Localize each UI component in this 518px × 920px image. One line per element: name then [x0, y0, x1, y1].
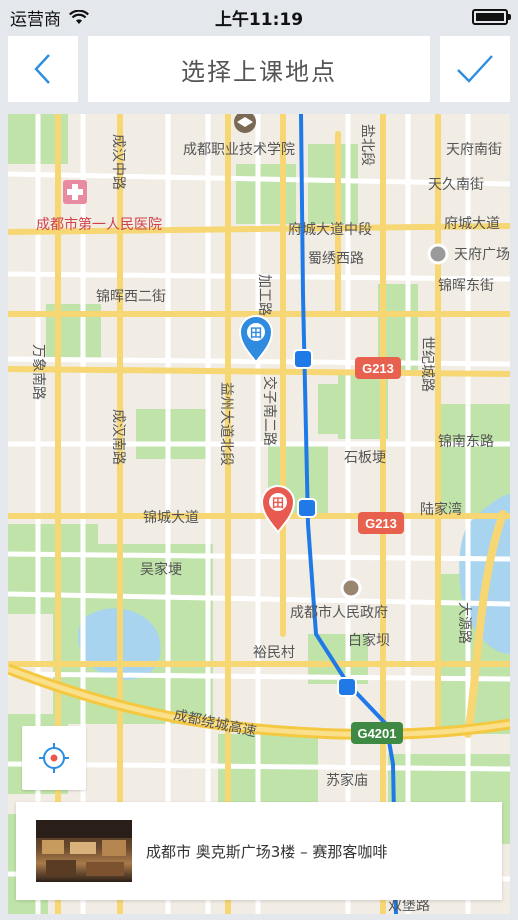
- hospital-poi-icon: [63, 180, 87, 204]
- battery-icon: [472, 9, 511, 25]
- back-button[interactable]: [8, 36, 78, 102]
- highway-badge-g213-north: G213: [355, 357, 401, 379]
- highway-badge-g213-south: G213: [358, 512, 404, 534]
- label-city-government: 成都市人民政府: [290, 604, 388, 621]
- venue-card[interactable]: 成都市 奥克斯广场3楼 – 赛那客咖啡: [16, 802, 502, 900]
- blue-pin-label: 田: [250, 326, 262, 340]
- label-ring-expressway: 成都绕城高速: [172, 706, 258, 740]
- label-fucheng-road: 府城大道中段: [288, 222, 372, 238]
- label-baijiaba: 白家坝: [348, 632, 390, 649]
- label-jinnan-east: 锦南东路: [438, 433, 494, 450]
- label-jiajia-road: 加工路: [256, 274, 272, 316]
- label-shibangeng: 石板埂: [344, 450, 386, 466]
- highway-badge-text: G4201: [357, 726, 396, 741]
- label-shuangquan: 双堡路: [388, 898, 430, 914]
- blue-location-pin[interactable]: 田: [238, 315, 274, 364]
- page-title: 选择上课地点: [88, 36, 430, 102]
- label-chenghan-south: 成汉南路: [110, 409, 126, 465]
- label-wanxiang-road: 万象南路: [30, 344, 46, 400]
- label-yizhou-road: 益州大道北段: [218, 382, 234, 466]
- crosshair-icon: [39, 743, 69, 773]
- red-pin-label: 田: [272, 496, 284, 510]
- label-tianfu-square: 天府广场: [454, 247, 510, 263]
- label-wujiageng: 吴家埂: [140, 561, 182, 578]
- label-fucheng-road-east: 府城大道: [444, 216, 500, 232]
- confirm-button[interactable]: [440, 36, 510, 102]
- city-government-poi-icon: [340, 577, 362, 599]
- label-tianfu-road: 天府南街: [446, 142, 502, 158]
- label-shijie-road: 世纪城路: [419, 336, 435, 392]
- label-sujiamiao: 苏家庙: [326, 772, 368, 789]
- label-shuxiu-road: 蜀绣西路: [308, 251, 364, 267]
- venue-address: 成都市 奥克斯广场3楼 – 赛那客咖啡: [146, 842, 388, 861]
- carrier-name: 运营商: [10, 9, 61, 30]
- map-view[interactable]: G213 G213 G4201 成都职业技术学院 成都市第一人民医院 府城大道中…: [8, 114, 510, 914]
- chevron-left-icon: [34, 54, 50, 84]
- map-canvas[interactable]: G213 G213 G4201 成都职业技术学院 成都市第一人民医院 府城大道中…: [8, 114, 510, 914]
- label-wenzi-road: 交子南二路: [261, 376, 278, 446]
- status-bar: 运营商 上午11:19: [0, 0, 518, 34]
- label-jincheng-road: 锦城大道: [143, 509, 199, 526]
- label-yumincun: 裕民村: [253, 645, 295, 661]
- label-chenghan-middle: 成汉中路: [110, 134, 126, 190]
- label-tianjiu-road: 天久南街: [428, 177, 484, 193]
- highway-badge-text: G213: [362, 361, 394, 376]
- label-vocational-college: 成都职业技术学院: [183, 142, 295, 158]
- label-jinhui-east: 锦晖东街: [438, 277, 494, 294]
- locate-me-button[interactable]: [22, 726, 86, 790]
- label-yizhou-north: 盐北段: [359, 124, 375, 166]
- label-lujiawan: 陆家湾: [420, 501, 462, 518]
- tianfu-square-poi-icon: [427, 243, 449, 265]
- label-dayuan-road: 大源路: [456, 602, 472, 644]
- wifi-icon: [69, 9, 89, 24]
- college-poi-icon: [234, 114, 256, 133]
- highway-badge-g4201: G4201: [351, 722, 403, 744]
- highway-badge-text: G213: [365, 516, 397, 531]
- label-jinhui-west: 锦晖西二街: [96, 288, 166, 305]
- venue-thumbnail: [36, 820, 132, 882]
- label-hospital: 成都市第一人民医院: [36, 216, 162, 233]
- red-location-pin[interactable]: 田: [260, 485, 296, 534]
- checkmark-icon: [457, 55, 493, 83]
